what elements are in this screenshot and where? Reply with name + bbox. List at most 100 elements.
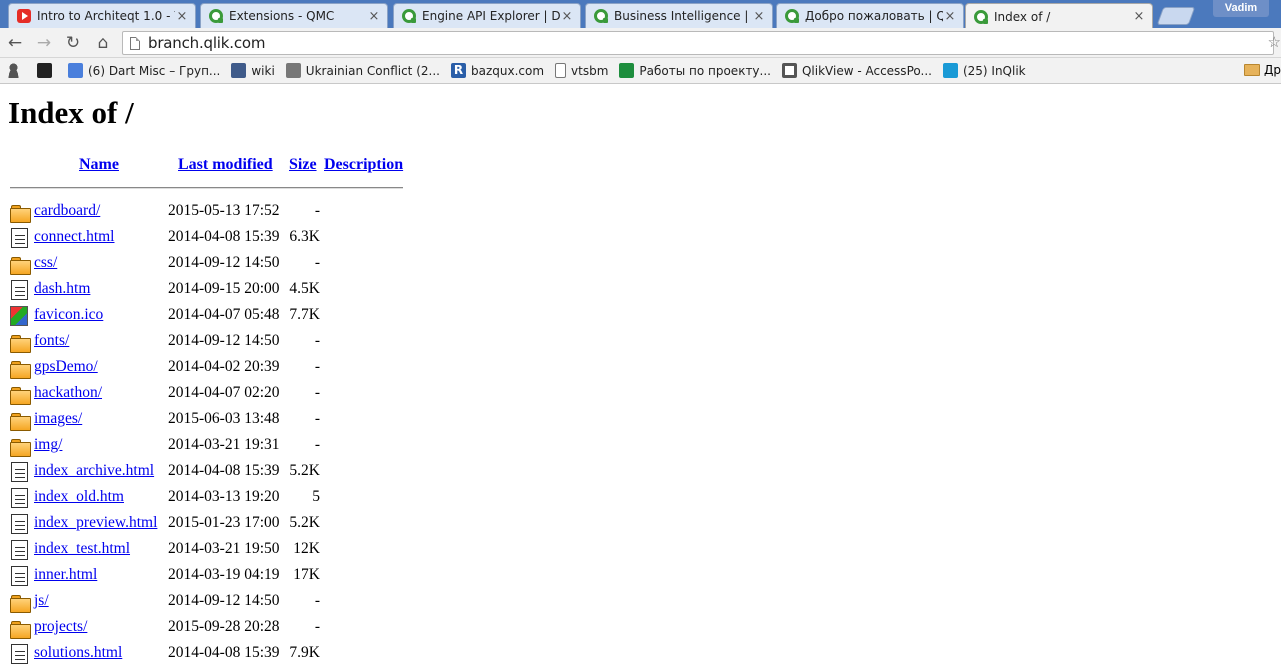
file-link[interactable]: images/	[34, 410, 82, 428]
bookmark-item[interactable]: Rbazqux.com	[450, 63, 544, 78]
file-link[interactable]: index_preview.html	[34, 514, 157, 532]
last-modified-cell: 2014-03-21 19:50	[168, 540, 280, 557]
size-cell: 7.7K	[289, 306, 320, 323]
file-link[interactable]: dash.htm	[34, 280, 90, 298]
browser-toolbar: ← → ↻ ⌂ branch.qlik.com ☆	[0, 28, 1281, 58]
table-row: index_test.html 2014-03-21 19:50 12K	[10, 538, 410, 564]
folder-icon	[10, 254, 31, 275]
text-file-icon	[11, 228, 28, 248]
file-link[interactable]: favicon.ico	[34, 306, 103, 324]
home-button[interactable]: ⌂	[92, 32, 114, 54]
table-row: images/2015-06-03 13:48 -	[10, 408, 410, 434]
table-row: fonts/2014-09-12 14:50 -	[10, 330, 410, 356]
folder-icon	[10, 592, 31, 613]
tab-label: Intro to Architeqt 1.0 - Yo	[37, 9, 175, 23]
folder-icon	[10, 618, 31, 639]
text-file-icon	[11, 280, 28, 300]
table-row: css/2014-09-12 14:50 -	[10, 252, 410, 278]
tab-close-icon[interactable]: ×	[560, 9, 574, 24]
browser-tab[interactable]: Index of / ×	[965, 3, 1153, 28]
size-cell: 12K	[293, 540, 320, 557]
file-link[interactable]: index_test.html	[34, 540, 130, 558]
youtube-icon	[17, 9, 31, 23]
file-link[interactable]: index_archive.html	[34, 462, 154, 480]
other-bookmarks-folder[interactable]: Др	[1244, 63, 1281, 77]
address-bar[interactable]: branch.qlik.com	[122, 31, 1274, 55]
size-cell: -	[314, 410, 320, 427]
wiki-icon	[231, 63, 247, 78]
last-modified-cell: 2014-04-08 15:39	[168, 228, 280, 245]
bookmark-item[interactable]: QlikView - AccessPo...	[781, 63, 932, 78]
bookmark-item[interactable]: Ukrainian Conflict (2...	[285, 63, 440, 78]
tab-close-icon[interactable]: ×	[175, 9, 189, 24]
new-tab-button[interactable]	[1156, 7, 1196, 25]
folder-icon	[10, 202, 31, 223]
bookmark-item[interactable]: Работы по проекту...	[619, 63, 771, 78]
size-cell: 6.3K	[289, 228, 320, 245]
size-cell: 5	[312, 488, 320, 505]
file-link[interactable]: projects/	[34, 618, 87, 636]
browser-tab[interactable]: Intro to Architeqt 1.0 - Yo ×	[8, 3, 196, 28]
reload-button[interactable]: ↻	[62, 32, 84, 54]
page-title: Index of /	[8, 95, 134, 130]
bookmark-item[interactable]	[6, 63, 26, 78]
qlik-icon	[402, 9, 416, 23]
bookmark-item[interactable]: vtsbm	[555, 63, 608, 78]
column-header-name[interactable]: Name	[79, 156, 119, 174]
file-link[interactable]: solutions.html	[34, 644, 122, 662]
file-link[interactable]: js/	[34, 592, 49, 610]
bookmark-star-icon[interactable]: ☆	[1268, 33, 1281, 51]
file-link[interactable]: fonts/	[34, 332, 69, 350]
table-row: cardboard/2015-05-13 17:52 -	[10, 200, 410, 226]
bookmark-item[interactable]: (25) InQlik	[942, 63, 1026, 78]
last-modified-cell: 2014-09-12 14:50	[168, 592, 280, 609]
browser-tab[interactable]: Business Intelligence | Da×	[585, 3, 773, 28]
browser-tab[interactable]: Добро пожаловать | Qlik×	[776, 3, 964, 28]
header-divider	[10, 187, 403, 189]
profile-button[interactable]: Vadim	[1213, 0, 1269, 17]
tab-close-icon[interactable]: ×	[1132, 9, 1146, 24]
file-link[interactable]: gpsDemo/	[34, 358, 98, 376]
tab-close-icon[interactable]: ×	[752, 9, 766, 24]
table-row: index_old.htm 2014-03-13 19:20 5	[10, 486, 410, 512]
column-header-last-modified[interactable]: Last modified	[178, 156, 273, 174]
bookmark-item[interactable]	[37, 63, 57, 78]
table-row: inner.html 2014-03-19 04:19 17K	[10, 564, 410, 590]
browser-tab[interactable]: Extensions - QMC ×	[200, 3, 388, 28]
tab-close-icon[interactable]: ×	[367, 9, 381, 24]
table-row: index_preview.html 2015-01-23 17:00 5.2K	[10, 512, 410, 538]
qlik-icon	[785, 9, 799, 23]
file-link[interactable]: hackathon/	[34, 384, 102, 402]
column-header-size[interactable]: Size	[289, 156, 317, 174]
file-link[interactable]: img/	[34, 436, 62, 454]
bookmark-item[interactable]: (6) Dart Misc – Груп...	[68, 63, 220, 78]
sheets-icon	[619, 63, 635, 78]
tab-close-icon[interactable]: ×	[943, 9, 957, 24]
last-modified-cell: 2014-03-19 04:19	[168, 566, 280, 583]
column-header-description[interactable]: Description	[324, 156, 403, 174]
size-cell: -	[314, 384, 320, 401]
bookmark-label: Работы по проекту...	[639, 63, 771, 78]
bookmark-label: Ukrainian Conflict (2...	[305, 63, 440, 78]
bookmark-label: wiki	[251, 63, 275, 78]
last-modified-cell: 2014-04-08 15:39	[168, 462, 280, 479]
url-text[interactable]: branch.qlik.com	[148, 34, 265, 52]
file-link[interactable]: inner.html	[34, 566, 97, 584]
last-modified-cell: 2014-04-08 15:39	[168, 644, 280, 661]
size-cell: -	[314, 358, 320, 375]
last-modified-cell: 2015-06-03 13:48	[168, 410, 280, 427]
last-modified-cell: 2014-03-21 19:31	[168, 436, 280, 453]
file-link[interactable]: cardboard/	[34, 202, 100, 220]
browser-tab[interactable]: Engine API Explorer | Deve×	[393, 3, 581, 28]
back-button[interactable]: ←	[4, 32, 26, 54]
file-link[interactable]: index_old.htm	[34, 488, 124, 506]
file-link[interactable]: connect.html	[34, 228, 115, 246]
last-modified-cell: 2014-04-07 05:48	[168, 306, 280, 323]
forward-button[interactable]: →	[33, 32, 55, 54]
last-modified-cell: 2015-05-13 17:52	[168, 202, 280, 219]
file-link[interactable]: css/	[34, 254, 57, 272]
bookmark-item[interactable]: wiki	[231, 63, 275, 78]
table-row: gpsDemo/2014-04-02 20:39 -	[10, 356, 410, 382]
text-file-icon	[11, 566, 28, 586]
tab-strip: Index of /×Добро пожаловать | Qlik×Busin…	[0, 0, 1281, 28]
